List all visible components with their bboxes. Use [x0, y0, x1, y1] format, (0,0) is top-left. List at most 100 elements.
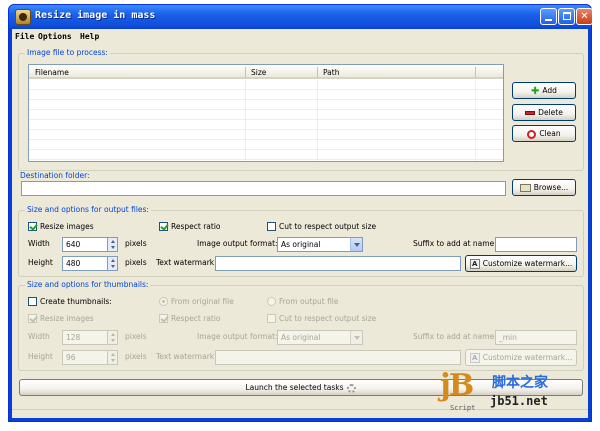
height-stepper[interactable]: 480 — [62, 256, 118, 271]
thumb-cut-checkbox[interactable] — [267, 314, 276, 323]
thumb-customize-watermark-button[interactable]: A Customize watermark... — [465, 349, 577, 366]
format-label: Image output format: — [197, 239, 278, 248]
file-list[interactable]: Filename Size Path — [28, 64, 504, 162]
thumb-watermark-input[interactable] — [215, 350, 461, 365]
suffix-input[interactable] — [495, 237, 577, 252]
customize-watermark-button[interactable]: A Customize watermark... — [465, 255, 577, 272]
add-button[interactable]: ✚ Add — [512, 82, 576, 99]
thumb-format-label: Image output format: — [197, 332, 278, 341]
logo-chinese-text: 脚本之家 — [492, 375, 548, 391]
thumb-respect-ratio-checkbox[interactable] — [159, 314, 168, 323]
from-original-radio[interactable] — [159, 297, 168, 306]
list-row[interactable] — [29, 131, 503, 140]
height-pixels-label: pixels — [125, 258, 147, 267]
text-a-icon: A — [469, 353, 480, 363]
customize-watermark-label: Customize watermark... — [482, 259, 573, 268]
column-divider[interactable] — [245, 67, 246, 78]
thumb-width-spin-arrows[interactable] — [107, 331, 117, 344]
client-area: File Options Help Image file to process:… — [12, 29, 588, 418]
maximize-icon — [563, 12, 571, 20]
width-value: 640 — [66, 240, 81, 249]
cut-output-label: Cut to respect output size — [279, 222, 377, 231]
column-filename[interactable]: Filename — [35, 68, 69, 77]
width-pixels-label: pixels — [125, 239, 147, 248]
window-title: Resize image in mass — [35, 10, 156, 21]
menu-options[interactable]: Options — [38, 32, 72, 41]
thumb-resize-label: Resize images — [40, 314, 94, 323]
destination-input[interactable] — [21, 181, 506, 196]
resize-images-checkbox[interactable] — [28, 222, 37, 231]
column-divider[interactable] — [475, 67, 476, 78]
list-row[interactable] — [29, 81, 503, 90]
create-thumbnails-checkbox[interactable] — [28, 297, 37, 306]
files-group-legend: Image file to process: — [25, 48, 110, 57]
thumb-width-stepper[interactable]: 128 — [62, 330, 118, 345]
watermark-input[interactable] — [215, 256, 461, 271]
thumb-suffix-label: Suffix to add at name: — [413, 332, 497, 341]
thumb-format-value: As original — [281, 333, 321, 342]
thumb-suffix-input[interactable]: _min — [495, 330, 577, 345]
height-label: Height — [28, 258, 53, 267]
launch-tasks-label: Launch the selected tasks — [245, 383, 344, 392]
from-output-radio[interactable] — [267, 297, 276, 306]
list-row[interactable] — [29, 91, 503, 100]
thumb-width-label: Width — [28, 332, 50, 341]
cut-output-checkbox[interactable] — [267, 222, 276, 231]
folder-icon — [519, 184, 531, 192]
column-divider[interactable] — [317, 67, 318, 78]
menu-help[interactable]: Help — [80, 32, 99, 41]
height-spin-arrows[interactable] — [107, 257, 117, 270]
thumb-resize-checkbox[interactable] — [28, 314, 37, 323]
width-stepper[interactable]: 640 — [62, 237, 118, 252]
thumb-customize-watermark-label: Customize watermark... — [482, 353, 573, 362]
respect-ratio-checkbox[interactable] — [159, 222, 168, 231]
minimize-icon — [545, 19, 552, 21]
thumb-watermark-label: Text watermark: — [156, 352, 217, 361]
browse-button[interactable]: Browse... — [512, 179, 576, 196]
maximize-button[interactable] — [558, 8, 575, 25]
chevron-down-icon[interactable] — [350, 331, 362, 344]
logo-url-text: jb51.net — [490, 394, 548, 408]
logo-script-text: Script — [450, 404, 476, 412]
app-icon — [15, 9, 31, 25]
list-row[interactable] — [29, 121, 503, 130]
thumb-width-value: 128 — [66, 333, 81, 342]
list-row[interactable] — [29, 101, 503, 110]
format-value: As original — [281, 240, 321, 249]
output-group: Size and options for output files: Resiz… — [18, 205, 584, 277]
thumb-height-stepper[interactable]: 96 — [62, 350, 118, 365]
site-watermark-logo: jB Script 脚本之家 jb51.net — [436, 366, 596, 424]
minimize-button[interactable] — [540, 8, 557, 25]
column-size[interactable]: Size — [251, 68, 266, 77]
file-list-header: Filename Size Path — [29, 65, 503, 79]
from-output-label: From output file — [279, 297, 339, 306]
thumb-format-select[interactable]: As original — [277, 330, 363, 345]
width-label: Width — [28, 239, 50, 248]
thumbnails-group: Size and options for thumbnails: Create … — [18, 280, 584, 371]
menu-file[interactable]: File — [15, 32, 34, 41]
close-icon: ✕ — [580, 11, 589, 22]
width-spin-arrows[interactable] — [107, 238, 117, 251]
close-button[interactable]: ✕ — [576, 8, 593, 25]
list-row[interactable] — [29, 111, 503, 120]
plus-icon: ✚ — [531, 85, 540, 97]
list-row[interactable] — [29, 141, 503, 150]
delete-button[interactable]: Delete — [512, 104, 576, 121]
logo-jb-mark: jB — [440, 368, 474, 403]
destination-label: Destination folder: — [20, 171, 90, 180]
chevron-down-icon[interactable] — [350, 238, 362, 251]
resize-images-label: Resize images — [40, 222, 94, 231]
thumb-height-pixels-label: pixels — [125, 352, 147, 361]
text-a-icon: A — [469, 259, 480, 269]
menu-bar: File Options Help — [12, 29, 588, 45]
column-path[interactable]: Path — [323, 68, 339, 77]
app-window: Resize image in mass ✕ File Options Help… — [8, 4, 593, 422]
format-select[interactable]: As original — [277, 237, 363, 252]
thumbnails-group-legend: Size and options for thumbnails: — [25, 280, 151, 289]
clean-button[interactable]: Clean — [512, 125, 576, 142]
title-bar[interactable]: Resize image in mass ✕ — [9, 5, 593, 29]
thumb-cut-label: Cut to respect output size — [279, 314, 377, 323]
thumb-height-value: 96 — [66, 353, 76, 362]
list-row[interactable] — [29, 151, 503, 160]
thumb-height-spin-arrows[interactable] — [107, 351, 117, 364]
